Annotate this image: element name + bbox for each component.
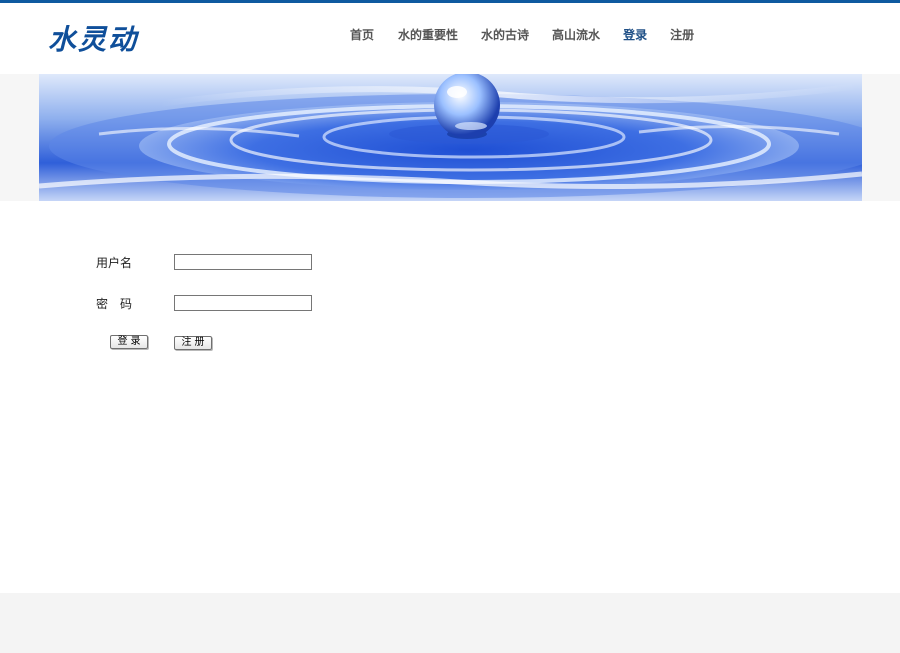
register-button[interactable]: 注册 <box>174 336 212 350</box>
password-label: 密 码 <box>96 297 133 311</box>
water-drop-ripple-icon <box>39 74 862 201</box>
nav-login[interactable]: 登录 <box>623 27 647 47</box>
site-logo[interactable]: 水灵动 <box>48 23 138 57</box>
username-input[interactable] <box>174 254 312 270</box>
nav-water-importance[interactable]: 水的重要性 <box>398 27 458 47</box>
username-label: 用户名 <box>96 256 133 270</box>
site-footer <box>0 593 900 653</box>
password-input[interactable] <box>174 295 312 311</box>
main-nav: 首页 水的重要性 水的古诗 高山流水 登录 注册 <box>350 27 694 47</box>
login-button[interactable]: 登录 <box>110 335 148 349</box>
nav-register[interactable]: 注册 <box>670 27 694 47</box>
login-form: 用户名 密 码 登录 注册 <box>0 201 900 593</box>
banner-image <box>39 74 862 201</box>
nav-water-poems[interactable]: 水的古诗 <box>481 27 529 47</box>
nav-home[interactable]: 首页 <box>350 27 374 47</box>
site-header: 水灵动 首页 水的重要性 水的古诗 高山流水 登录 注册 <box>0 3 900 74</box>
nav-high-mountain-flowing-water[interactable]: 高山流水 <box>552 27 600 47</box>
